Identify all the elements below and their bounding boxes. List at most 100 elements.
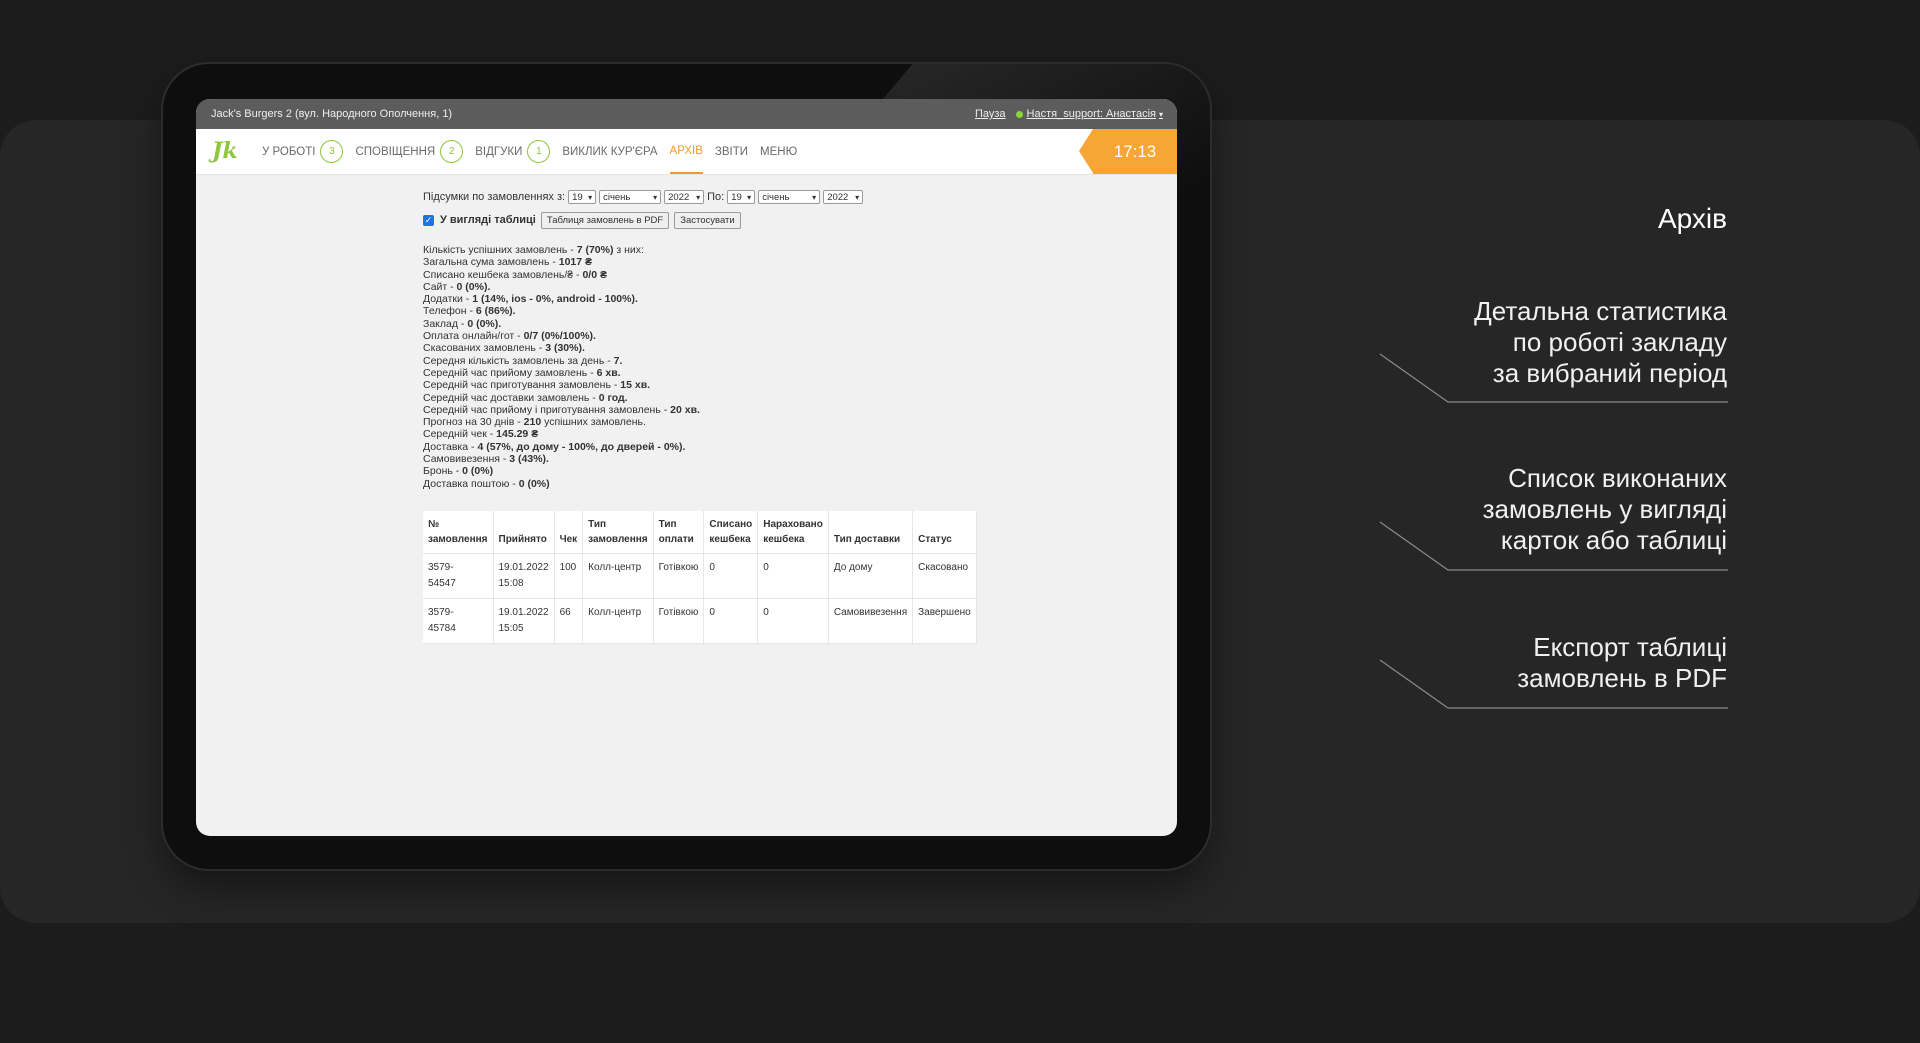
table-row[interactable]: 3579- 45784 19.01.2022 15:05 66 Колл-центр Гот… [423, 598, 977, 644]
stat-line: Загальна сума замовлень - 1017 ₴ [423, 256, 593, 269]
stat-line: Доставка - 4 (57%, до дому - 100%, до дв… [423, 440, 686, 453]
to-day-select[interactable]: 19 ▾ [727, 190, 756, 204]
pause-link[interactable]: Пауза [975, 108, 1006, 120]
nav-item-badge: 1 [527, 140, 551, 163]
nav-item-0[interactable]: У РОБОТІ 3 [262, 129, 344, 174]
table-cell: Готівкою [653, 598, 705, 644]
nav-item-label: У РОБОТІ [262, 145, 316, 158]
stat-line: Середній час прийому замовлень - 6 хв. [423, 366, 621, 379]
table-cell: 3579- 54547 [423, 553, 494, 599]
stat-line: Середній час приготування замовлень - 15… [423, 379, 651, 392]
nav-item-label: ВИКЛИК КУР'ЄРА [562, 145, 658, 158]
table-header-row: № замовлення Прийнято Чек Тип замовлення Тип оп… [423, 511, 977, 554]
clock: 17:13 [1079, 129, 1177, 174]
table-cell: 66 [554, 598, 584, 644]
nav-item-label: ВІДГУКИ [475, 145, 523, 158]
from-month-select[interactable]: січень ▾ [599, 190, 662, 204]
column-header: Списано кешбека [703, 511, 759, 554]
user-name: Настя_support: Анастасія [1026, 108, 1156, 120]
column-header: Тип оплати [653, 511, 705, 554]
nav-item-1[interactable]: СПОВІЩЕННЯ 2 [355, 129, 464, 174]
table-cell: Колл-центр [582, 598, 654, 644]
stat-line: Самовивезення - 3 (43%). [423, 453, 549, 466]
stat-line: Скасованих замовлень - 3 (30%). [423, 342, 585, 355]
column-header: № замовлення [423, 511, 494, 554]
nav-item-5[interactable]: ЗВІТИ [715, 129, 748, 174]
stat-line: Середній чек - 145.29 ₴ [423, 428, 539, 441]
section-title: Архів [1657, 203, 1727, 234]
apply-button[interactable]: Застосувати [674, 211, 741, 229]
column-header: Нараховано кешбека [757, 511, 829, 554]
column-header: Тип замовлення [582, 511, 654, 554]
column-header: Чек [554, 511, 584, 554]
nav-item-badge: 2 [440, 140, 464, 163]
nav-item-6[interactable]: МЕНЮ [760, 129, 797, 174]
to-year-select[interactable]: 2022 ▾ [823, 190, 864, 204]
top-bar: Jack's Burgers 2 (вул. Народного Ополчен… [196, 99, 1177, 129]
view-options: ✓ У вигляді таблиці Таблиця замовлень в … [423, 211, 863, 229]
stat-line: Оплата онлайн/гот - 0/7 (0%/100%). [423, 330, 596, 343]
venue-name: Jack's Burgers 2 (вул. Народного Ополчен… [211, 108, 453, 120]
from-day-select[interactable]: 19 ▾ [568, 190, 597, 204]
to-label: По: [707, 191, 725, 203]
date-filter: Підсумки по замовленнях з: 19 ▾ січень ▾ 2… [423, 188, 864, 206]
table-cell: 0 [703, 598, 759, 644]
from-label: Підсумки по замовленнях з: [423, 191, 566, 203]
table-cell: 0 [703, 553, 759, 599]
table-view-label: У вигляді таблиці [440, 214, 536, 226]
table-cell: 3579- 45784 [423, 598, 494, 644]
order-statistics: Кількість успішних замовлень - 7 (70%) з… [423, 244, 863, 490]
stat-line: Середній час доставки замовлень - 0 год. [423, 391, 628, 404]
nav-item-3[interactable]: ВИКЛИК КУР'ЄРА [562, 129, 657, 174]
nav-item-label: ЗВІТИ [714, 145, 749, 158]
table-cell: 19.01.2022 15:05 [493, 598, 555, 644]
orders-table: № замовлення Прийнято Чек Тип замовлення Тип оп… [423, 511, 977, 644]
user-menu[interactable]: Настя_support: Анастасія ▾ [1015, 108, 1163, 120]
stat-line: Бронь - 0 (0%) [423, 465, 494, 478]
table-cell: До дому [828, 553, 914, 599]
table-cell: Самовивезення [828, 598, 914, 644]
leader-line-pdf-export [1379, 659, 1728, 709]
from-year-select[interactable]: 2022 ▾ [664, 190, 705, 204]
table-cell: 19.01.2022 15:08 [493, 553, 555, 599]
table-cell: Готівкою [653, 553, 705, 599]
nav-item-2[interactable]: ВІДГУКИ 1 [475, 129, 551, 174]
chevron-down-icon: ▾ [1158, 109, 1163, 119]
stat-line: Середня кількість замовлень за день - 7. [423, 354, 623, 367]
stat-line: Додатки - 1 (14%, ios - 0%, android - 10… [423, 293, 638, 306]
stat-line: Середній час прийому і приготування замо… [423, 403, 700, 416]
nav-item-label: МЕНЮ [760, 145, 798, 158]
leader-line-orders-list [1379, 521, 1728, 571]
app-screen: Jack's Burgers 2 (вул. Народного Ополчен… [196, 99, 1177, 836]
nav-item-4[interactable]: АРХІВ [669, 129, 703, 174]
stat-line: Доставка поштою - 0 (0%) [423, 477, 550, 490]
table-view-checkbox[interactable]: ✓ [423, 214, 434, 226]
stat-line: Телефон - 6 (86%). [423, 305, 516, 318]
stat-line: Прогноз на 30 днів - 210 успішних замовл… [423, 416, 646, 429]
archive-content: Підсумки по замовленнях з: 19 ▾ січень ▾ 2… [423, 188, 864, 490]
table-cell: Колл-центр [582, 553, 654, 599]
table-cell: Скасовано [912, 553, 977, 599]
nav-item-label: СПОВІЩЕННЯ [355, 145, 436, 158]
online-status-icon [1015, 110, 1023, 118]
pdf-export-button[interactable]: Таблиця замовлень в PDF [540, 211, 670, 229]
top-bar-right: Пауза Настя_support: Анастасія ▾ [975, 108, 1163, 120]
table-cell: 0 [757, 598, 829, 644]
stat-line: Заклад - 0 (0%). [423, 317, 502, 330]
nav-item-label: АРХІВ [669, 144, 703, 157]
stat-line: Списано кешбека замовлень/₴ - 0/0 ₴ [423, 268, 607, 281]
table-cell: 100 [554, 553, 584, 599]
nav-items: У РОБОТІ 3 СПОВІЩЕННЯ 2 ВІДГУКИ 1 ВИКЛИК КУР'Є… [262, 129, 809, 174]
brand-logo[interactable]: Jk [212, 138, 238, 164]
column-header: Статус [912, 511, 977, 554]
main-nav: Jk У РОБОТІ 3 СПОВІЩЕННЯ 2 ВІДГУКИ 1 ВИКЛИК КУ… [196, 129, 1177, 175]
table-row[interactable]: 3579- 54547 19.01.2022 15:08 100 Колл-центр Го… [423, 553, 977, 599]
nav-item-badge: 3 [320, 140, 344, 163]
column-header: Тип доставки [828, 511, 914, 554]
stat-line: Кількість успішних замовлень - 7 (70%) з… [423, 244, 644, 256]
stat-line: Сайт - 0 (0%). [423, 280, 491, 293]
leader-line-statistics [1379, 353, 1728, 403]
to-month-select[interactable]: січень ▾ [758, 190, 821, 204]
column-header: Прийнято [493, 511, 555, 554]
table-cell: Завершено [912, 598, 977, 644]
